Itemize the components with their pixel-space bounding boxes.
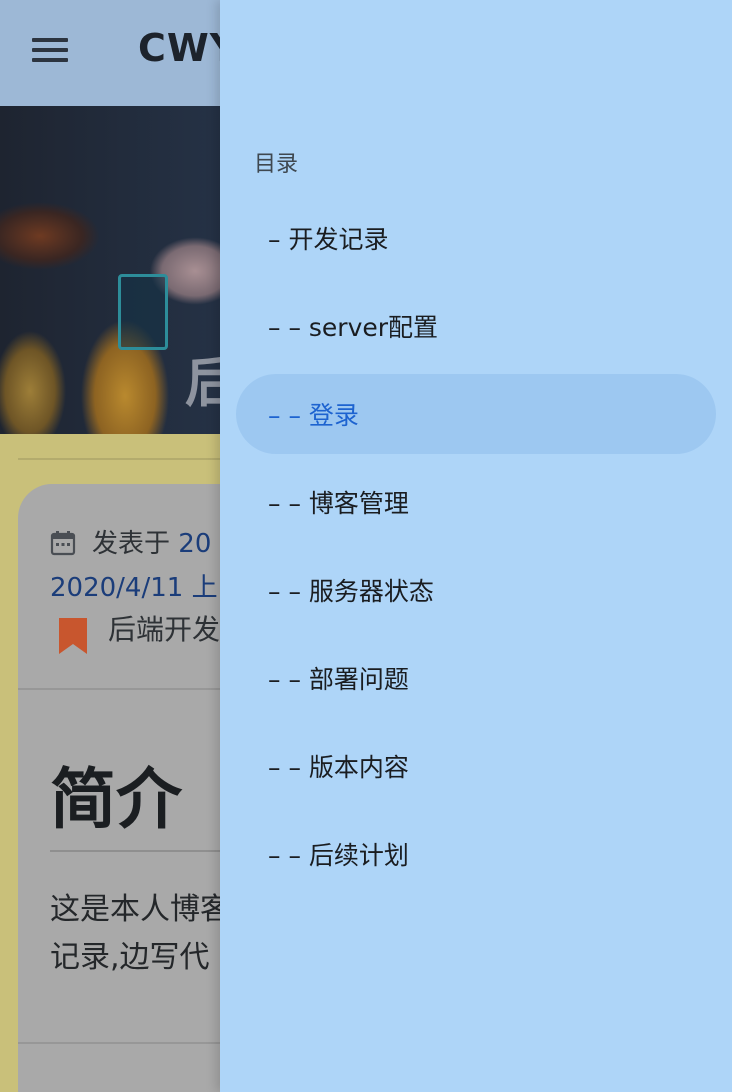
toc-item-version-content[interactable]: – – 版本内容: [236, 726, 716, 806]
toc-item-deployment-issues[interactable]: – – 部署问题: [236, 638, 716, 718]
toc-drawer: 目录 – 开发记录 – – server配置 – – 登录 – – 博客管理 –…: [220, 0, 732, 1092]
menu-button[interactable]: [22, 28, 78, 72]
toc-list: – 开发记录 – – server配置 – – 登录 – – 博客管理 – – …: [236, 198, 716, 902]
app-root: CWY 后 发表于 20 2020/4/11 上 后端开发 简介 这是本人博客 …: [0, 0, 732, 1092]
menu-icon-bar-1: [32, 38, 68, 42]
published-date[interactable]: 20: [178, 529, 211, 559]
toc-item-future-plans[interactable]: – – 后续计划: [236, 814, 716, 894]
section-heading: 简介: [50, 761, 182, 838]
post-category[interactable]: 后端开发: [108, 608, 220, 652]
menu-icon-bar-3: [32, 58, 68, 62]
toc-item-dev-log[interactable]: – 开发记录: [236, 198, 716, 278]
toc-header: 目录: [254, 152, 299, 177]
hero-image-detail: [118, 274, 168, 350]
toc-item-blog-management[interactable]: – – 博客管理: [236, 462, 716, 542]
published-label: 发表于: [92, 529, 171, 559]
published-date-line2[interactable]: 2020/4/11 上: [50, 566, 218, 610]
toc-item-server-status[interactable]: – – 服务器状态: [236, 550, 716, 630]
bookmark-icon: [59, 618, 87, 654]
published-info: 发表于 20: [92, 522, 211, 566]
toc-item-login[interactable]: – – 登录: [236, 374, 716, 454]
menu-icon-bar-2: [32, 48, 68, 52]
calendar-icon: [50, 531, 76, 556]
toc-item-server-config[interactable]: – – server配置: [236, 286, 716, 366]
